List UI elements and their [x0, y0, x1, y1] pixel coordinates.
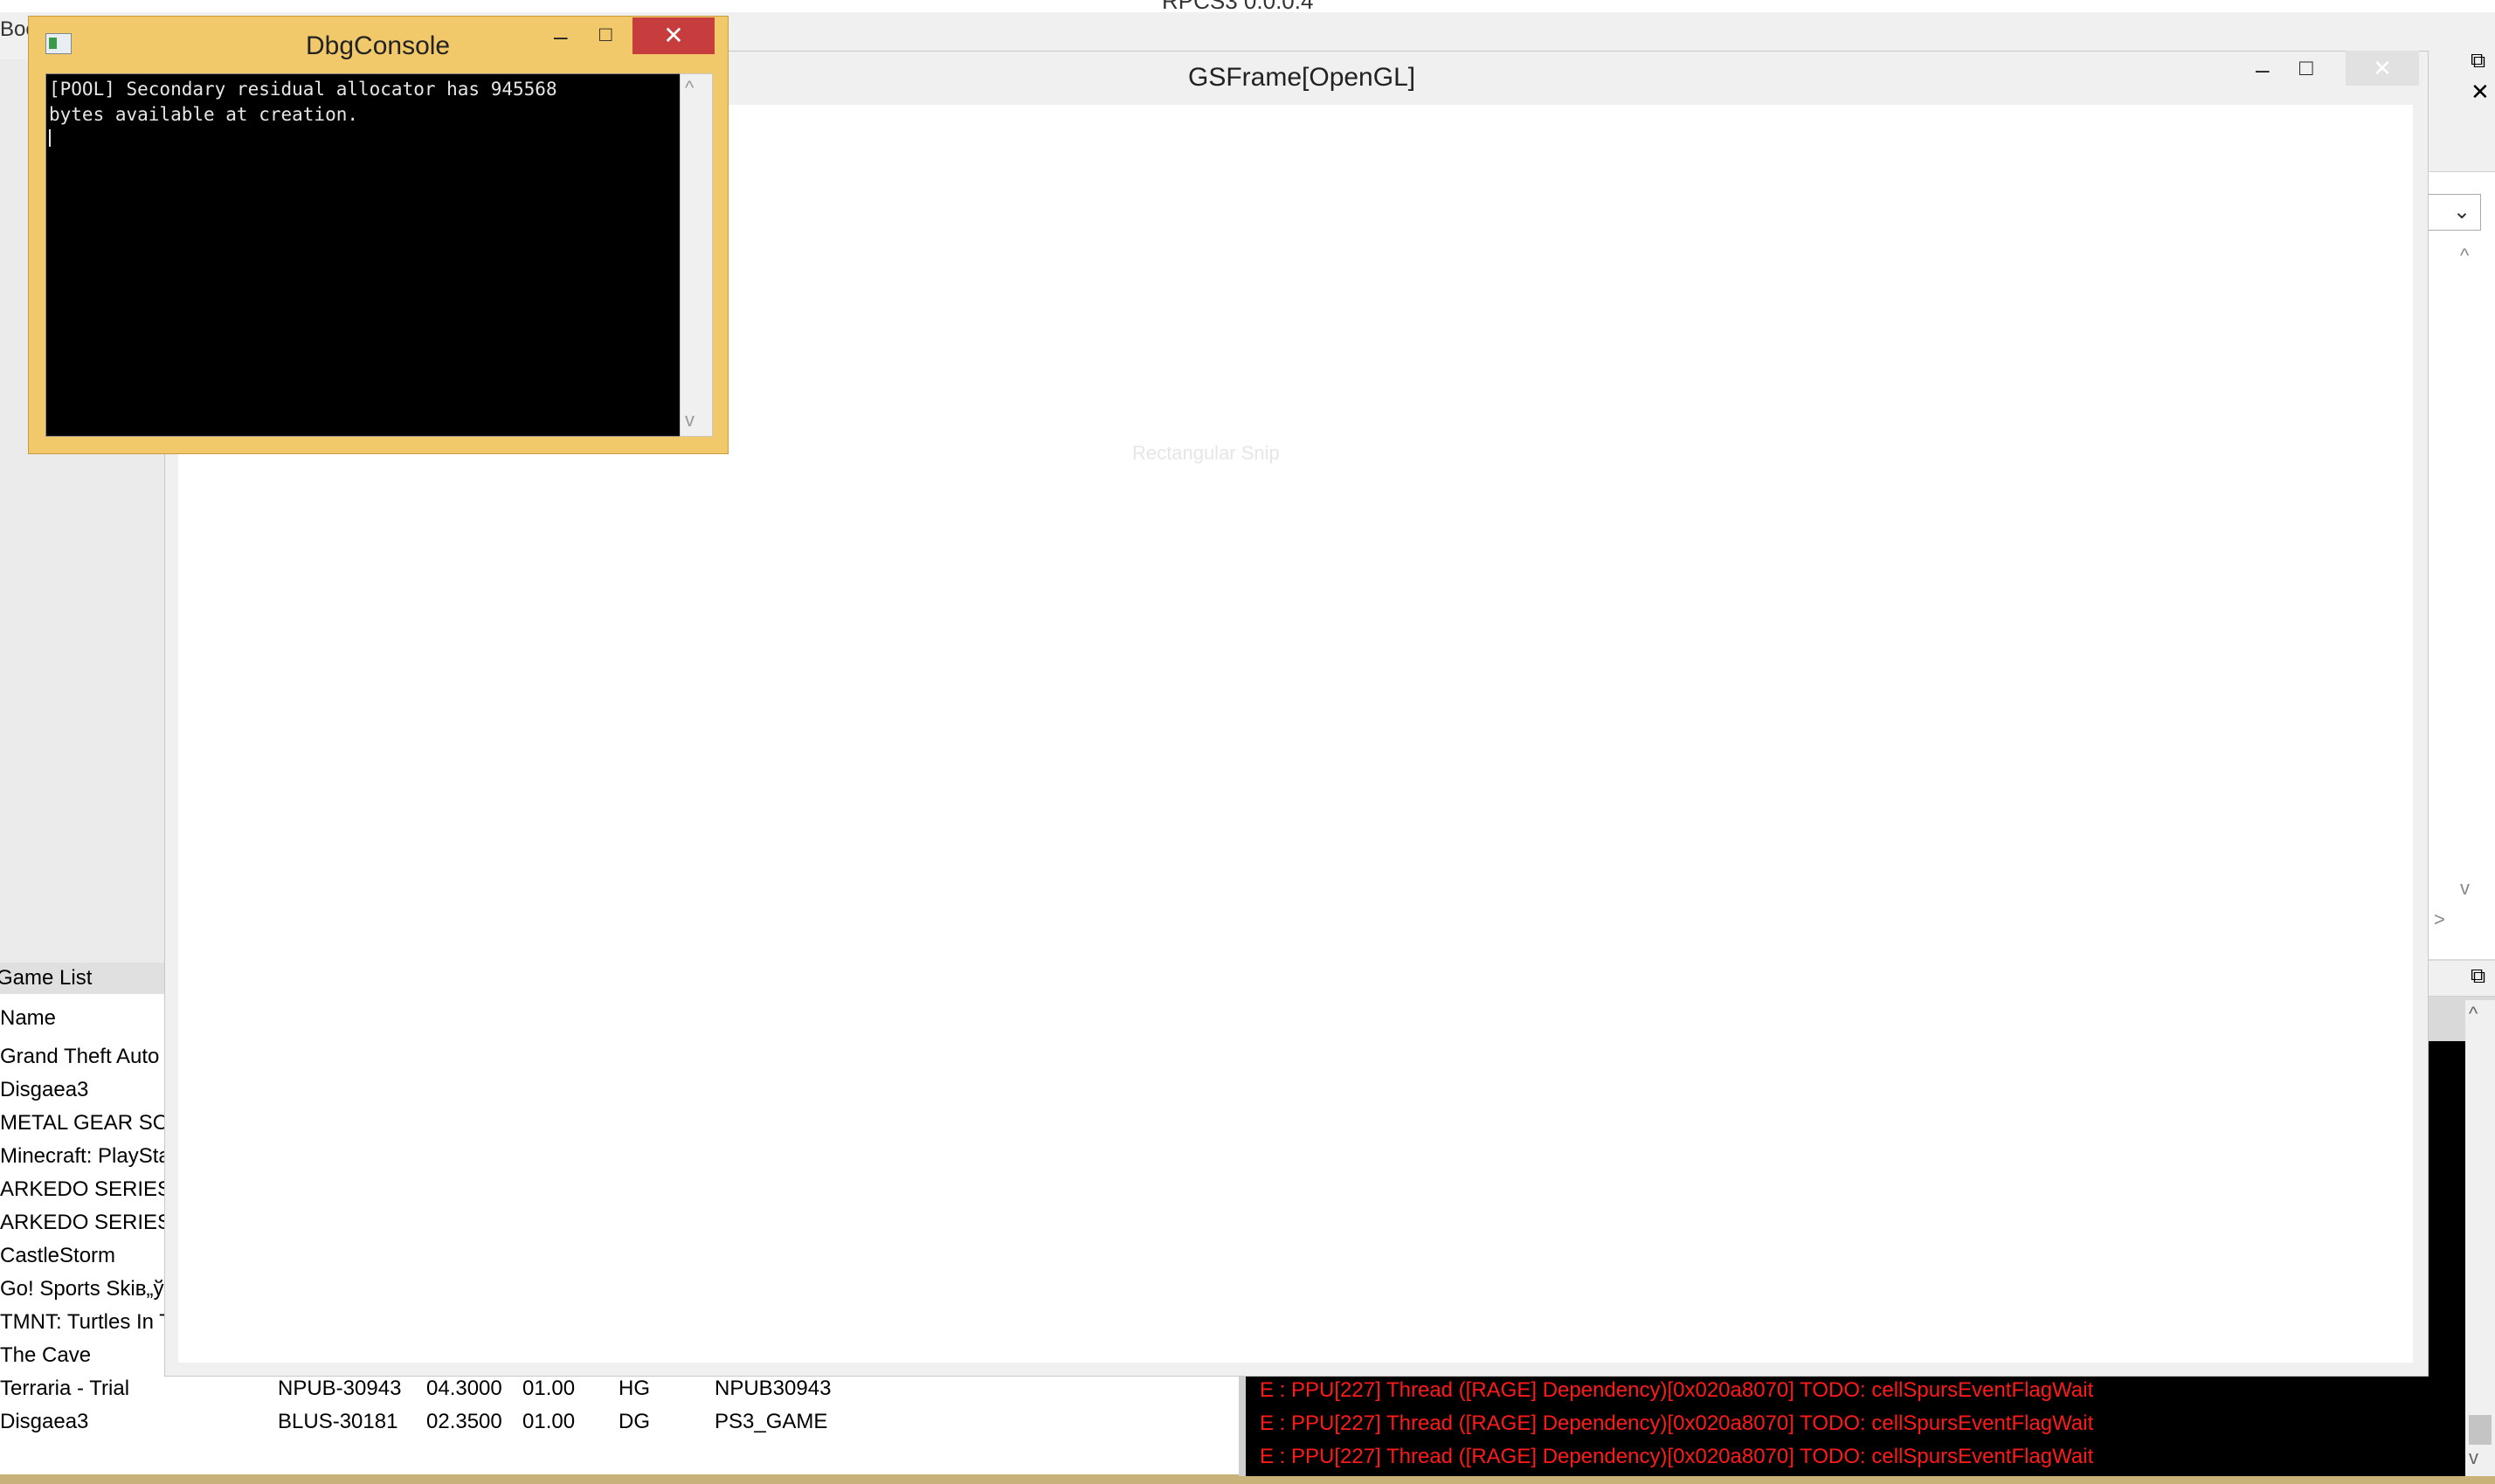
dbgconsole-scroll-up-icon[interactable]: ^: [685, 77, 694, 100]
game-list-title: Game List: [0, 966, 93, 990]
game-row-path: NPUB30943: [715, 1377, 832, 1400]
log-scrollbar[interactable]: [2465, 1000, 2495, 1476]
log-scroll-thumb[interactable]: [2469, 1415, 2492, 1445]
game-row-firmware: 02.3500: [426, 1410, 502, 1433]
game-row-name[interactable]: Grand Theft Auto: [0, 1045, 159, 1069]
game-row-version: 01.00: [522, 1377, 576, 1400]
log-line: E : PPU[227] Thread ([RAGE] Dependency)[…: [1260, 1412, 2094, 1435]
log-scroll-down-icon[interactable]: v: [2469, 1446, 2478, 1469]
dbgconsole-output[interactable]: [45, 73, 681, 437]
log-dock-restore-icon[interactable]: ⧉: [2471, 964, 2485, 989]
gsframe-close-button[interactable]: ✕: [2346, 51, 2419, 86]
game-row-firmware: 04.3000: [426, 1377, 502, 1400]
game-row-serial: BLUS-30181: [278, 1410, 398, 1433]
game-row-name[interactable]: CastleStorm: [0, 1244, 115, 1268]
game-row-name[interactable]: Minecraft: PlaySta: [0, 1144, 170, 1169]
game-row-name[interactable]: Terraria - Trial: [0, 1377, 129, 1401]
log-line: E : PPU[227] Thread ([RAGE] Dependency)[…: [1260, 1378, 2094, 1402]
game-row-category: HG: [619, 1377, 650, 1400]
dock-close-icon[interactable]: ✕: [2471, 79, 2490, 106]
column-header-name[interactable]: Name: [0, 1006, 56, 1031]
game-row-name[interactable]: Disgaea3: [0, 1078, 88, 1102]
log-scroll-up-icon[interactable]: ^: [2469, 1003, 2478, 1025]
scroll-up-icon[interactable]: ^: [2460, 245, 2469, 267]
game-row-name[interactable]: Go! Sports Skiв„ў: [0, 1277, 163, 1301]
text-caret: [49, 129, 51, 147]
game-row-name[interactable]: METAL GEAR SOL: [0, 1111, 181, 1135]
scroll-down-icon[interactable]: v: [2460, 877, 2470, 900]
game-row-name[interactable]: Disgaea3: [0, 1410, 88, 1434]
gsframe-maximize-button[interactable]: □: [2299, 54, 2313, 81]
dock-restore-icon[interactable]: ⧉: [2471, 49, 2485, 73]
dbgconsole-text: [POOL] Secondary residual allocator has …: [49, 79, 557, 125]
dbgconsole-scroll-down-icon[interactable]: v: [685, 409, 695, 431]
game-row-name[interactable]: TMNT: Turtles In T: [0, 1310, 172, 1335]
dbgconsole-maximize-button[interactable]: □: [599, 23, 612, 47]
snip-hint-label: Rectangular Snip: [1132, 442, 1280, 464]
scroll-right-icon[interactable]: >: [2434, 908, 2445, 931]
dbgconsole-close-button[interactable]: ✕: [632, 17, 715, 54]
game-row-version: 01.00: [522, 1410, 576, 1433]
chevron-down-icon[interactable]: ⌄: [2453, 199, 2471, 224]
game-row-category: DG: [619, 1410, 650, 1433]
dbgconsole-minimize-button[interactable]: –: [554, 23, 568, 51]
dbgconsole-scrollbar[interactable]: [680, 73, 713, 437]
game-row-name[interactable]: The Cave: [0, 1343, 91, 1368]
game-row-name[interactable]: ARKEDO SERIES -: [0, 1211, 184, 1235]
console-app-icon-mark: [49, 38, 57, 49]
game-row-serial: NPUB-30943: [278, 1377, 402, 1400]
gsframe-minimize-button[interactable]: –: [2256, 56, 2270, 84]
dbgconsole-title: DbgConsole: [306, 31, 451, 60]
game-row-name[interactable]: ARKEDO SERIES -: [0, 1177, 184, 1202]
game-row-path: PS3_GAME: [715, 1410, 828, 1433]
gsframe-title: GSFrame[OpenGL]: [1188, 63, 1416, 92]
log-line: E : PPU[227] Thread ([RAGE] Dependency)[…: [1260, 1445, 2094, 1468]
